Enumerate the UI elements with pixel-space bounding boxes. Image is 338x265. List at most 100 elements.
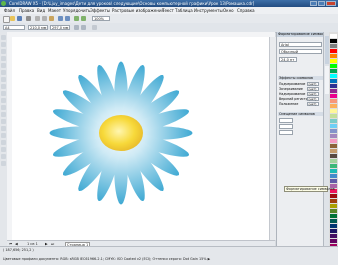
zoom-level-select[interactable]: 100%: [92, 16, 110, 21]
connector-tool-icon[interactable]: [1, 126, 6, 131]
fill-tool-icon[interactable]: [1, 154, 6, 159]
menu-edit[interactable]: Правка: [19, 8, 34, 13]
maximize-button[interactable]: [318, 1, 325, 6]
color-swatch[interactable]: [330, 69, 337, 73]
menu-file[interactable]: Файл: [4, 8, 15, 13]
table-tool-icon[interactable]: [1, 112, 6, 117]
menu-view[interactable]: Вид: [37, 8, 45, 13]
close-button[interactable]: [326, 1, 336, 6]
font-size-field[interactable]: 24,0 пт: [279, 57, 297, 62]
portrait-icon[interactable]: [74, 25, 79, 30]
color-swatch[interactable]: [330, 99, 337, 103]
color-swatch[interactable]: [330, 119, 337, 123]
strikethrough-select[interactable]: (нет): [307, 87, 319, 91]
color-swatch[interactable]: [330, 54, 337, 58]
color-swatch[interactable]: [330, 219, 337, 223]
shape-tool-icon[interactable]: [1, 42, 6, 47]
color-swatch[interactable]: [330, 39, 337, 43]
color-swatch[interactable]: [330, 64, 337, 68]
color-swatch[interactable]: [330, 169, 337, 173]
menu-bitmaps[interactable]: Растровые изображения: [112, 8, 164, 13]
units-icon[interactable]: [92, 25, 97, 30]
paste-icon[interactable]: [49, 16, 54, 21]
color-swatch[interactable]: [330, 109, 337, 113]
drawing-canvas[interactable]: [12, 37, 274, 240]
page-size-select[interactable]: A4: [3, 25, 25, 30]
outline-tool-icon[interactable]: [1, 147, 6, 152]
color-swatch[interactable]: [330, 179, 337, 183]
crop-tool-icon[interactable]: [1, 49, 6, 54]
landscape-icon[interactable]: [81, 25, 86, 30]
page-height-field[interactable]: 297,0 мм: [50, 25, 70, 30]
color-swatch[interactable]: [330, 74, 337, 78]
color-swatch[interactable]: [330, 129, 337, 133]
menu-table[interactable]: Таблица: [175, 8, 193, 13]
color-swatch[interactable]: [330, 139, 337, 143]
menu-layout[interactable]: Макет: [48, 8, 61, 13]
color-profiles-info[interactable]: Цветовые профили документа: RGB: sRGB IE…: [3, 257, 210, 261]
character-effects-section[interactable]: Эффекты символов: [278, 76, 323, 80]
ellipse-tool-icon[interactable]: [1, 84, 6, 89]
page-width-field[interactable]: 210,0 мм: [28, 25, 48, 30]
color-swatch[interactable]: [330, 89, 337, 93]
color-swatch[interactable]: [330, 159, 337, 163]
menu-help[interactable]: Справка: [237, 8, 255, 13]
flower-drawing[interactable]: [12, 37, 274, 240]
cut-icon[interactable]: [35, 16, 40, 21]
export-icon[interactable]: [81, 16, 86, 21]
underline-select[interactable]: (нет): [307, 82, 319, 86]
color-swatch[interactable]: [330, 149, 337, 153]
menu-text[interactable]: Текст: [162, 8, 174, 13]
color-swatch[interactable]: [330, 204, 337, 208]
eyedropper-tool-icon[interactable]: [1, 140, 6, 145]
offset-vertical-field[interactable]: [279, 130, 293, 135]
color-swatch[interactable]: [330, 49, 337, 53]
overline-select[interactable]: (нет): [307, 92, 319, 96]
menu-tools[interactable]: Инструменты: [194, 8, 223, 13]
color-swatch[interactable]: [330, 214, 337, 218]
copy-icon[interactable]: [42, 16, 47, 21]
font-style-select[interactable]: Обычный: [279, 49, 322, 54]
pick-tool-icon[interactable]: [1, 35, 6, 40]
rectangle-tool-icon[interactable]: [1, 77, 6, 82]
open-icon[interactable]: [10, 16, 15, 21]
menu-effects[interactable]: Эффекты: [90, 8, 110, 13]
color-swatch[interactable]: [330, 144, 337, 148]
color-swatch[interactable]: [330, 174, 337, 178]
color-swatch[interactable]: [330, 234, 337, 238]
offset-horizontal-field[interactable]: [279, 124, 293, 129]
print-icon[interactable]: [26, 16, 31, 21]
menu-arrange[interactable]: Упорядочить: [63, 8, 90, 13]
color-swatch[interactable]: [330, 154, 337, 158]
blend-tool-icon[interactable]: [1, 133, 6, 138]
color-swatch[interactable]: [330, 229, 337, 233]
color-swatch[interactable]: [330, 199, 337, 203]
color-swatch[interactable]: [330, 114, 337, 118]
color-swatch[interactable]: [330, 124, 337, 128]
menu-window[interactable]: Окно: [223, 8, 234, 13]
save-icon[interactable]: [17, 16, 22, 21]
interactive-fill-tool-icon[interactable]: [1, 161, 6, 166]
minimize-button[interactable]: [310, 1, 317, 6]
color-swatch[interactable]: [330, 104, 337, 108]
color-swatch[interactable]: [330, 134, 337, 138]
color-swatch[interactable]: [330, 209, 337, 213]
import-icon[interactable]: [74, 16, 79, 21]
freehand-tool-icon[interactable]: [1, 63, 6, 68]
vertical-scrollbar[interactable]: [269, 37, 276, 240]
new-icon[interactable]: [3, 16, 10, 23]
color-swatch[interactable]: [330, 194, 337, 198]
redo-icon[interactable]: [65, 16, 70, 21]
zoom-tool-icon[interactable]: [1, 56, 6, 61]
smart-fill-tool-icon[interactable]: [1, 70, 6, 75]
color-swatch[interactable]: [330, 84, 337, 88]
color-swatch[interactable]: [330, 94, 337, 98]
color-swatch[interactable]: [330, 44, 337, 48]
color-swatch[interactable]: [330, 164, 337, 168]
offset-angle-field[interactable]: [279, 118, 293, 123]
text-tool-icon[interactable]: [1, 105, 6, 110]
undo-icon[interactable]: [58, 16, 63, 21]
uppercase-select[interactable]: (нет): [307, 97, 319, 101]
color-swatch[interactable]: [330, 224, 337, 228]
color-swatch[interactable]: [330, 79, 337, 83]
